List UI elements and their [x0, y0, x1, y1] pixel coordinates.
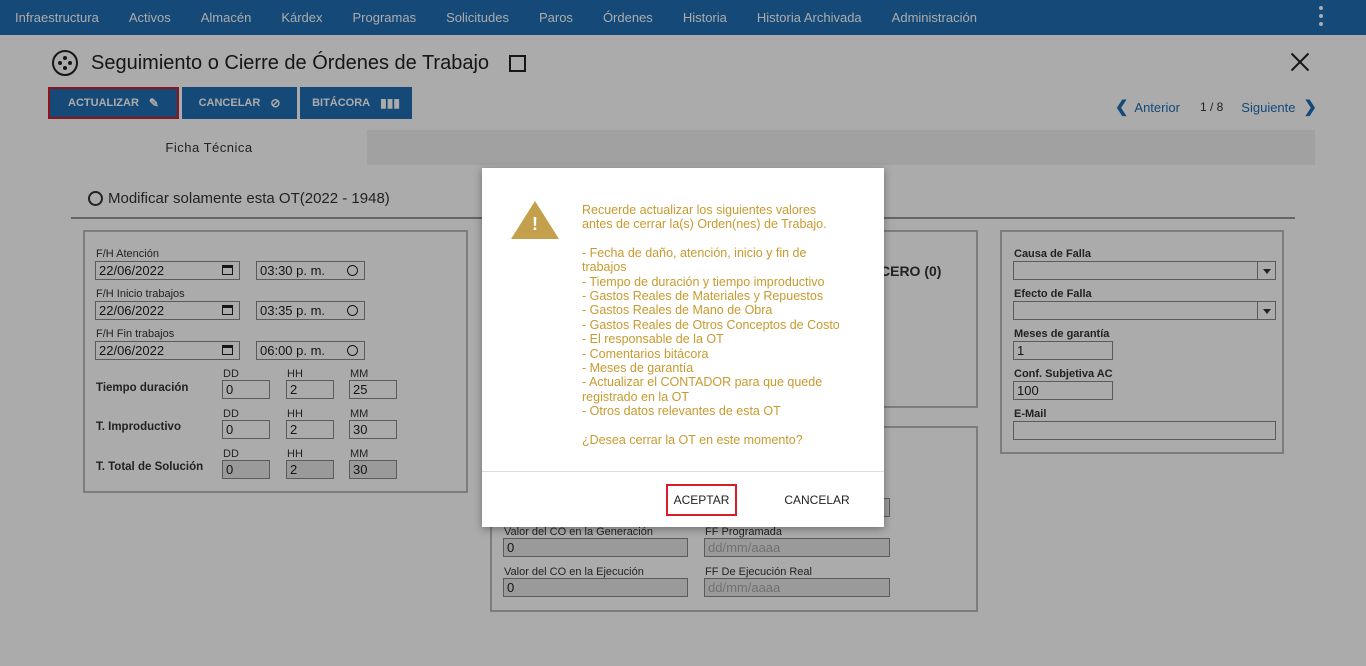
accept-button[interactable]: ACEPTAR	[666, 484, 737, 516]
dialog-item: - Gastos Reales de Materiales y Repuesto…	[582, 289, 824, 304]
dialog-item: - Gastos Reales de Mano de Obra	[582, 303, 773, 318]
dialog-question: ¿Desea cerrar la OT en este momento?	[582, 432, 803, 447]
dialog-message: Recuerde actualizar los siguientes valor…	[582, 203, 852, 461]
dialog-item: registrado en la OT	[582, 389, 689, 404]
dialog-item: - Fecha de daño, atención, inicio y fin …	[582, 245, 807, 260]
dialog-item: - Comentarios bitácora	[582, 346, 709, 361]
warning-icon-mark: !	[532, 214, 538, 234]
dialog-item: trabajos	[582, 260, 627, 275]
dialog-item: - Otros datos relevantes de esta OT	[582, 404, 781, 419]
dialog-intro-line: Recuerde actualizar los siguientes valor…	[582, 203, 817, 217]
confirm-dialog: ! Recuerde actualizar los siguientes val…	[482, 168, 884, 527]
dialog-item: - Gastos Reales de Otros Conceptos de Co…	[582, 317, 840, 332]
dialog-cancel-button[interactable]: CANCELAR	[777, 484, 857, 516]
dialog-item: - Meses de garantía	[582, 361, 694, 376]
dialog-item: - Actualizar el CONTADOR para que quede	[582, 375, 823, 390]
dialog-item: - El responsable de la OT	[582, 332, 724, 347]
dialog-intro-line: antes de cerrar la(s) Orden(nes) de Trab…	[582, 217, 827, 232]
dialog-item: - Tiempo de duración y tiempo improducti…	[582, 274, 825, 289]
